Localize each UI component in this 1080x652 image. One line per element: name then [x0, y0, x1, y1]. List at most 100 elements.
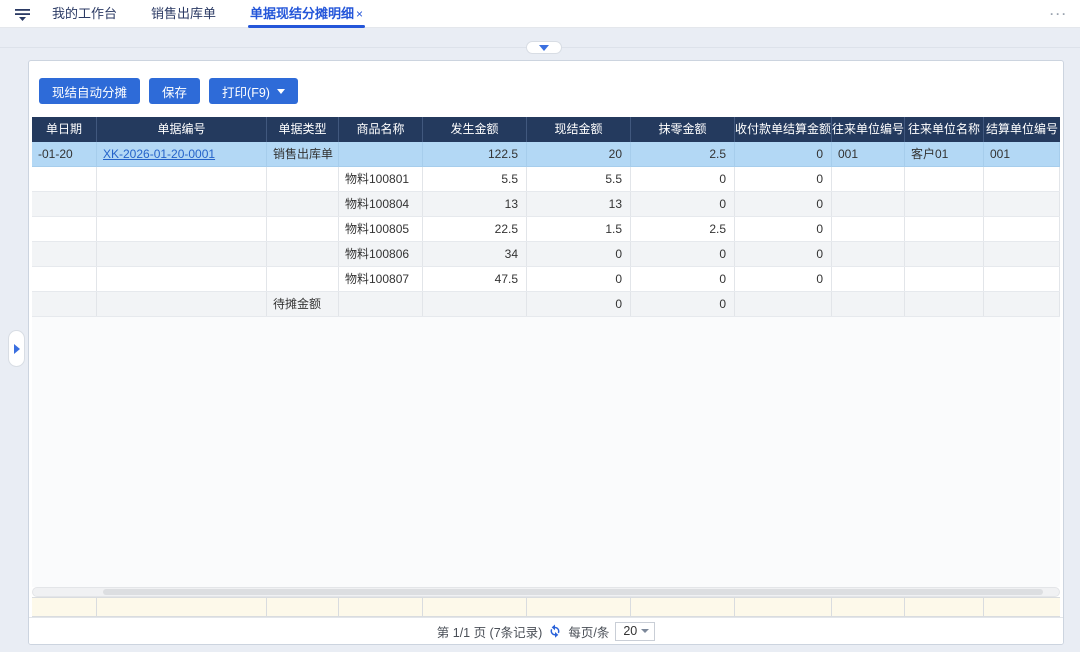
table-cell[interactable] — [339, 142, 423, 166]
table-cell[interactable] — [984, 267, 1060, 291]
table-cell[interactable]: 0 — [735, 217, 832, 241]
table-cell[interactable] — [32, 267, 97, 291]
table-cell[interactable] — [984, 292, 1060, 316]
table-cell[interactable]: 0 — [527, 292, 631, 316]
table-cell[interactable] — [339, 292, 423, 316]
table-cell[interactable] — [97, 217, 267, 241]
column-header-6[interactable]: 抹零金额 — [631, 117, 735, 142]
table-row[interactable]: 待摊金额 0 0 — [32, 292, 1060, 317]
table-cell[interactable]: 待摊金额 — [267, 292, 339, 316]
table-cell[interactable]: 001 — [984, 142, 1060, 166]
table-cell[interactable]: 0 — [735, 142, 832, 166]
table-cell[interactable] — [267, 217, 339, 241]
table-cell[interactable]: 0 — [631, 167, 735, 191]
tab-sales-outbound[interactable]: 销售出库单 — [141, 0, 226, 28]
column-header-1[interactable]: 单据编号 — [97, 117, 267, 142]
column-header-8[interactable]: 往来单位编号 — [832, 117, 905, 142]
table-cell[interactable]: 122.5 — [423, 142, 527, 166]
table-cell[interactable] — [832, 267, 905, 291]
table-cell[interactable]: 0 — [735, 242, 832, 266]
column-header-5[interactable]: 现结金额 — [527, 117, 631, 142]
table-cell[interactable] — [32, 192, 97, 216]
column-header-4[interactable]: 发生金额 — [423, 117, 527, 142]
table-cell[interactable]: -01-20 — [32, 142, 97, 166]
table-cell[interactable]: 2.5 — [631, 217, 735, 241]
table-cell[interactable]: 物料100807 — [339, 267, 423, 291]
table-cell[interactable] — [832, 242, 905, 266]
table-row[interactable]: 物料100805 22.5 1.5 2.5 0 — [32, 217, 1060, 242]
table-cell[interactable] — [32, 242, 97, 266]
table-cell[interactable] — [832, 167, 905, 191]
table-cell[interactable]: 22.5 — [423, 217, 527, 241]
tab-my-workbench[interactable]: 我的工作台 — [42, 0, 127, 28]
table-cell[interactable]: 13 — [423, 192, 527, 216]
refresh-icon[interactable] — [548, 624, 562, 638]
collapse-panel-button[interactable] — [526, 41, 562, 54]
column-header-7[interactable]: 收付款单结算金额 — [735, 117, 832, 142]
table-cell[interactable] — [984, 167, 1060, 191]
table-cell[interactable]: 0 — [735, 167, 832, 191]
table-row[interactable]: 物料100807 47.5 0 0 0 — [32, 267, 1060, 292]
column-header-3[interactable]: 商品名称 — [339, 117, 423, 142]
table-cell[interactable] — [32, 167, 97, 191]
table-cell[interactable]: 0 — [527, 242, 631, 266]
table-cell[interactable] — [423, 292, 527, 316]
table-cell[interactable]: 2.5 — [631, 142, 735, 166]
table-row[interactable]: 物料100801 5.5 5.5 0 0 — [32, 167, 1060, 192]
table-cell[interactable] — [97, 192, 267, 216]
table-cell[interactable]: 47.5 — [423, 267, 527, 291]
table-cell[interactable]: 0 — [735, 267, 832, 291]
table-cell[interactable]: 物料100801 — [339, 167, 423, 191]
table-cell[interactable] — [832, 292, 905, 316]
table-cell[interactable] — [735, 292, 832, 316]
column-header-9[interactable]: 往来单位名称 — [905, 117, 984, 142]
tab-cash-settle-detail[interactable]: 单据现结分摊明细 × — [240, 0, 373, 28]
close-icon[interactable]: × — [356, 7, 363, 21]
table-cell[interactable]: XK-2026-01-20-0001 — [97, 142, 267, 166]
table-cell[interactable] — [97, 167, 267, 191]
table-cell[interactable]: 13 — [527, 192, 631, 216]
table-cell[interactable]: 物料100805 — [339, 217, 423, 241]
table-cell[interactable] — [984, 217, 1060, 241]
auto-allocate-button[interactable]: 现结自动分摊 — [39, 78, 141, 104]
per-page-select[interactable]: 20 — [615, 621, 656, 641]
tab-list-menu-icon[interactable] — [14, 6, 32, 22]
table-row[interactable]: -01-20 XK-2026-01-20-0001 销售出库单 122.5 20 2.5 0… — [32, 142, 1060, 167]
table-cell[interactable] — [905, 267, 984, 291]
table-cell[interactable] — [905, 167, 984, 191]
column-header-2[interactable]: 单据类型 — [267, 117, 339, 142]
table-cell[interactable]: 0 — [735, 192, 832, 216]
table-cell[interactable]: 0 — [631, 267, 735, 291]
table-row[interactable]: 物料100806 34 0 0 0 — [32, 242, 1060, 267]
table-cell[interactable]: 物料100806 — [339, 242, 423, 266]
table-cell[interactable] — [32, 292, 97, 316]
document-number-link[interactable]: XK-2026-01-20-0001 — [103, 147, 215, 161]
table-cell[interactable]: 0 — [631, 242, 735, 266]
table-cell[interactable] — [984, 242, 1060, 266]
table-cell[interactable] — [905, 242, 984, 266]
more-options-icon[interactable]: ··· — [1050, 7, 1068, 21]
table-cell[interactable]: 001 — [832, 142, 905, 166]
table-cell[interactable] — [267, 167, 339, 191]
table-cell[interactable] — [832, 217, 905, 241]
table-cell[interactable] — [267, 267, 339, 291]
table-cell[interactable] — [905, 192, 984, 216]
table-cell[interactable] — [984, 192, 1060, 216]
table-cell[interactable] — [832, 192, 905, 216]
expand-sidebar-button[interactable] — [8, 330, 25, 367]
table-cell[interactable] — [267, 242, 339, 266]
table-cell[interactable]: 客户01 — [905, 142, 984, 166]
table-cell[interactable]: 1.5 — [527, 217, 631, 241]
save-button[interactable]: 保存 — [149, 78, 201, 104]
table-cell[interactable] — [905, 217, 984, 241]
table-cell[interactable] — [267, 192, 339, 216]
table-cell[interactable]: 销售出库单 — [267, 142, 339, 166]
print-button[interactable]: 打印(F9) — [209, 78, 298, 104]
table-cell[interactable]: 物料100804 — [339, 192, 423, 216]
scrollbar-thumb[interactable] — [103, 589, 1043, 595]
table-cell[interactable] — [905, 292, 984, 316]
table-cell[interactable] — [97, 267, 267, 291]
column-header-10[interactable]: 结算单位编号 — [984, 117, 1060, 142]
table-cell[interactable] — [32, 217, 97, 241]
table-cell[interactable]: 0 — [631, 192, 735, 216]
